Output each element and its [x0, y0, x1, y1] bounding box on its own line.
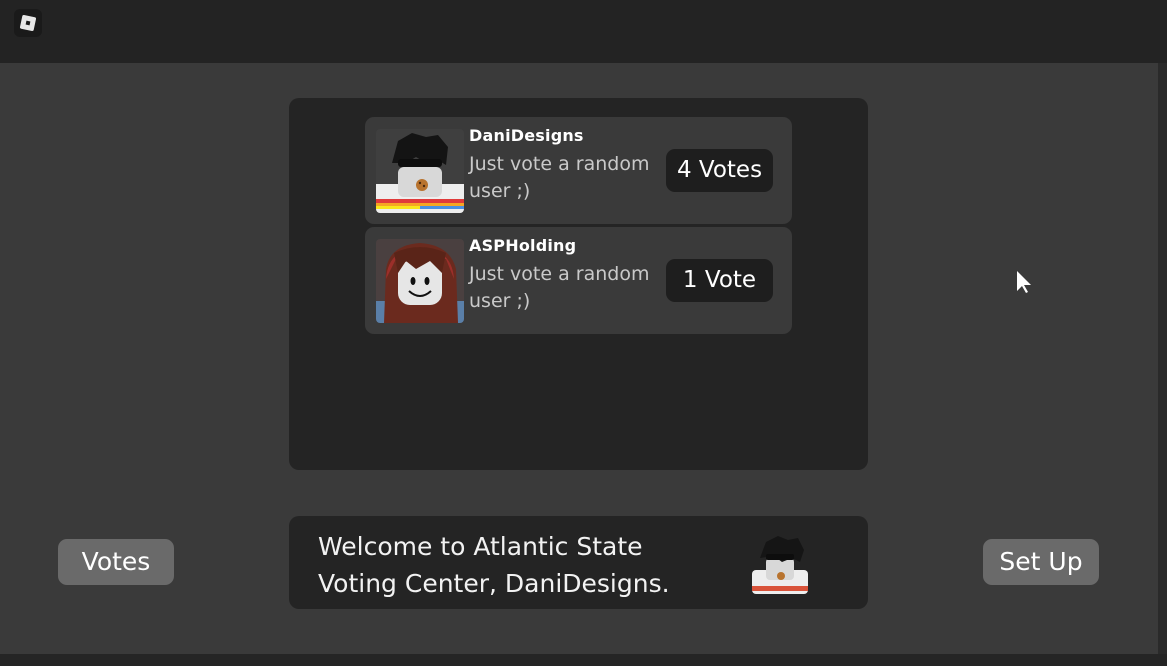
- candidate-card[interactable]: ASPHolding Just vote a random user ;) 1 …: [365, 227, 792, 334]
- roblox-logo-icon: [19, 14, 37, 32]
- welcome-message: Welcome to Atlantic State Voting Center,…: [318, 532, 670, 598]
- setup-button[interactable]: Set Up: [983, 539, 1099, 585]
- top-bar: [0, 0, 1167, 63]
- right-edge: [1158, 63, 1167, 654]
- votes-button[interactable]: Votes: [58, 539, 174, 585]
- bottom-edge: [0, 654, 1167, 666]
- vote-count-button[interactable]: 1 Vote: [666, 259, 773, 302]
- avatar-icon: [748, 536, 812, 598]
- candidate-card[interactable]: DaniDesigns Just vote a random user ;) 4…: [365, 117, 792, 224]
- candidate-name: DaniDesigns: [469, 126, 584, 145]
- mouse-cursor-icon: [1015, 269, 1035, 299]
- avatar-icon: [376, 239, 464, 323]
- vote-panel: DaniDesigns Just vote a random user ;) 4…: [289, 98, 868, 470]
- candidate-message: Just vote a random user ;): [469, 153, 650, 202]
- welcome-banner: Welcome to Atlantic State Voting Center,…: [289, 516, 868, 609]
- candidate-name: ASPHolding: [469, 236, 577, 255]
- vote-count-button[interactable]: 4 Votes: [666, 149, 773, 192]
- roblox-menu-button[interactable]: [14, 9, 42, 37]
- candidate-message: Just vote a random user ;): [469, 263, 650, 312]
- avatar-icon: [376, 129, 464, 213]
